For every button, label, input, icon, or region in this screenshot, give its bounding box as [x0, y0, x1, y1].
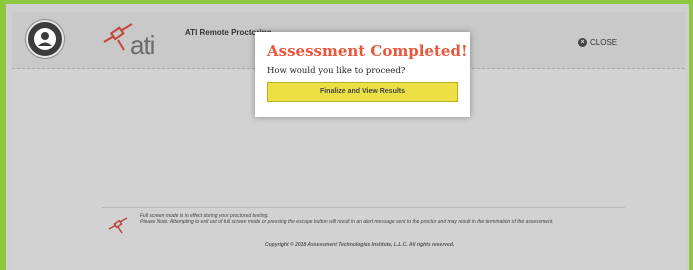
close-circle-icon: ×: [578, 38, 587, 47]
close-button[interactable]: × CLOSE: [578, 38, 617, 47]
satellite-footer-icon: [108, 217, 130, 240]
fullscreen-notice: Full screen mode is in effect during you…: [140, 213, 620, 225]
dialog-question: How would you like to proceed?: [267, 66, 406, 76]
close-label: CLOSE: [590, 38, 618, 47]
footer-divider: [102, 207, 625, 208]
assessment-complete-dialog: Assessment Completed! How would you like…: [255, 32, 470, 117]
browser-frame: ati ATI Remote Proctoring × CLOSE Full s…: [0, 0, 693, 270]
notice-line-2: Please Note: Attempting to exit out of f…: [140, 219, 554, 225]
finalize-results-button[interactable]: Finalize and View Results: [267, 82, 458, 102]
dialog-title: Assessment Completed!: [267, 42, 468, 60]
copyright-text: Copyright © 2018 Assessment Technologies…: [265, 242, 455, 248]
logo-text: ati: [130, 30, 155, 60]
user-avatar-icon: [26, 20, 64, 58]
